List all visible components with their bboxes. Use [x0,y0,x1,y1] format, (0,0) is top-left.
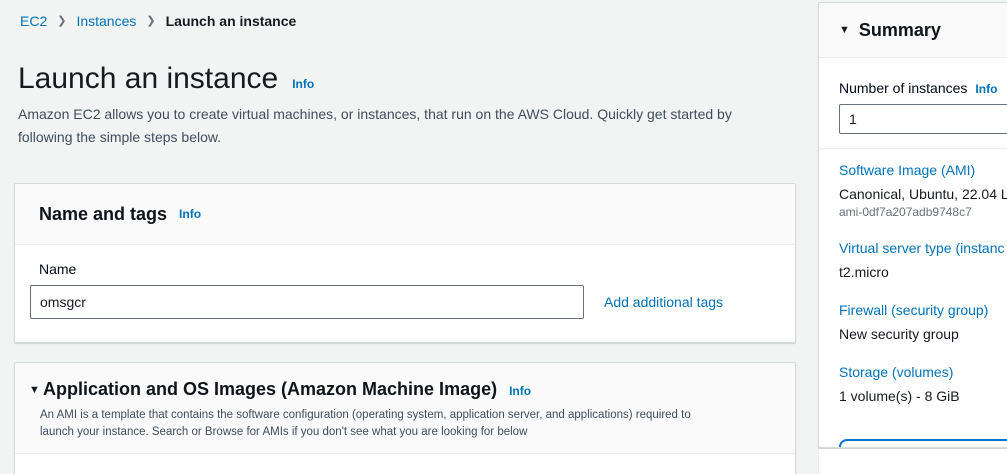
chevron-right-icon: ❯ [57,14,66,27]
storage-link[interactable]: Storage (volumes) [839,363,1007,381]
name-field-label: Name [30,261,795,277]
name-and-tags-body: Name Add additional tags [15,245,795,319]
server-type-link[interactable]: Virtual server type (instanc [839,239,1007,257]
page-title: Launch an instance [18,62,278,96]
free-tier-alert [839,439,1007,448]
ami-section-header[interactable]: ▼ Application and OS Images (Amazon Mach… [15,363,795,454]
chevron-right-icon: ❯ [146,14,155,27]
instance-name-input[interactable] [30,285,584,319]
server-type-value: t2.micro [839,263,1007,281]
firewall-link[interactable]: Firewall (security group) [839,301,1007,319]
page-info-link[interactable]: Info [292,77,314,91]
software-image-ami-id: ami-0df7a207adb9748c7 [839,205,1007,219]
caret-down-icon[interactable]: ▼ [29,385,40,396]
software-image-name: Canonical, Ubuntu, 22.04 L [839,185,1007,203]
ami-description-line: An AMI is a template that contains the s… [40,407,771,424]
launch-instance-page: EC2 ❯ Instances ❯ Launch an instance Lau… [0,0,1007,474]
firewall-value: New security group [839,325,1007,343]
add-additional-tags-link[interactable]: Add additional tags [604,294,723,310]
ami-description-line: launch your instance. Search or Browse f… [40,424,771,441]
summary-header[interactable]: ▼ Summary [819,3,1007,58]
ami-info-link[interactable]: Info [509,384,531,398]
ami-section-body [15,454,795,474]
ami-section-description: An AMI is a template that contains the s… [40,407,771,441]
storage-value: 1 volume(s) - 8 GiB [839,387,1007,405]
name-and-tags-header: Name and tags Info [15,184,795,245]
name-and-tags-section: Name and tags Info Name Add additional t… [14,183,796,343]
summary-details: Software Image (AMI) Canonical, Ubuntu, … [819,149,1007,405]
number-of-instances-label: Number of instances [839,80,967,96]
caret-down-icon[interactable]: ▼ [839,25,850,36]
page-description: Amazon EC2 allows you to create virtual … [18,103,732,149]
ami-section-title: Application and OS Images (Amazon Machin… [43,379,497,400]
software-image-link[interactable]: Software Image (AMI) [839,161,1007,179]
name-and-tags-info-link[interactable]: Info [179,207,201,221]
summary-title: Summary [859,20,941,41]
summary-panel: ▼ Summary Number of instances Info Softw… [818,2,1007,448]
number-of-instances-group: Number of instances Info [819,58,1007,149]
number-of-instances-input[interactable] [839,104,1007,134]
summary-footer [818,449,1007,474]
breadcrumb-ec2[interactable]: EC2 [20,13,47,29]
ami-section: ▼ Application and OS Images (Amazon Mach… [14,362,796,474]
number-of-instances-info-link[interactable]: Info [975,82,997,96]
page-description-line: following the simple steps below. [18,126,732,149]
name-and-tags-title: Name and tags [39,204,167,225]
page-header: Launch an instance Info [18,62,314,96]
breadcrumb-current: Launch an instance [166,13,297,29]
breadcrumb: EC2 ❯ Instances ❯ Launch an instance [20,13,296,29]
breadcrumb-instances[interactable]: Instances [76,13,136,29]
page-description-line: Amazon EC2 allows you to create virtual … [18,103,732,126]
